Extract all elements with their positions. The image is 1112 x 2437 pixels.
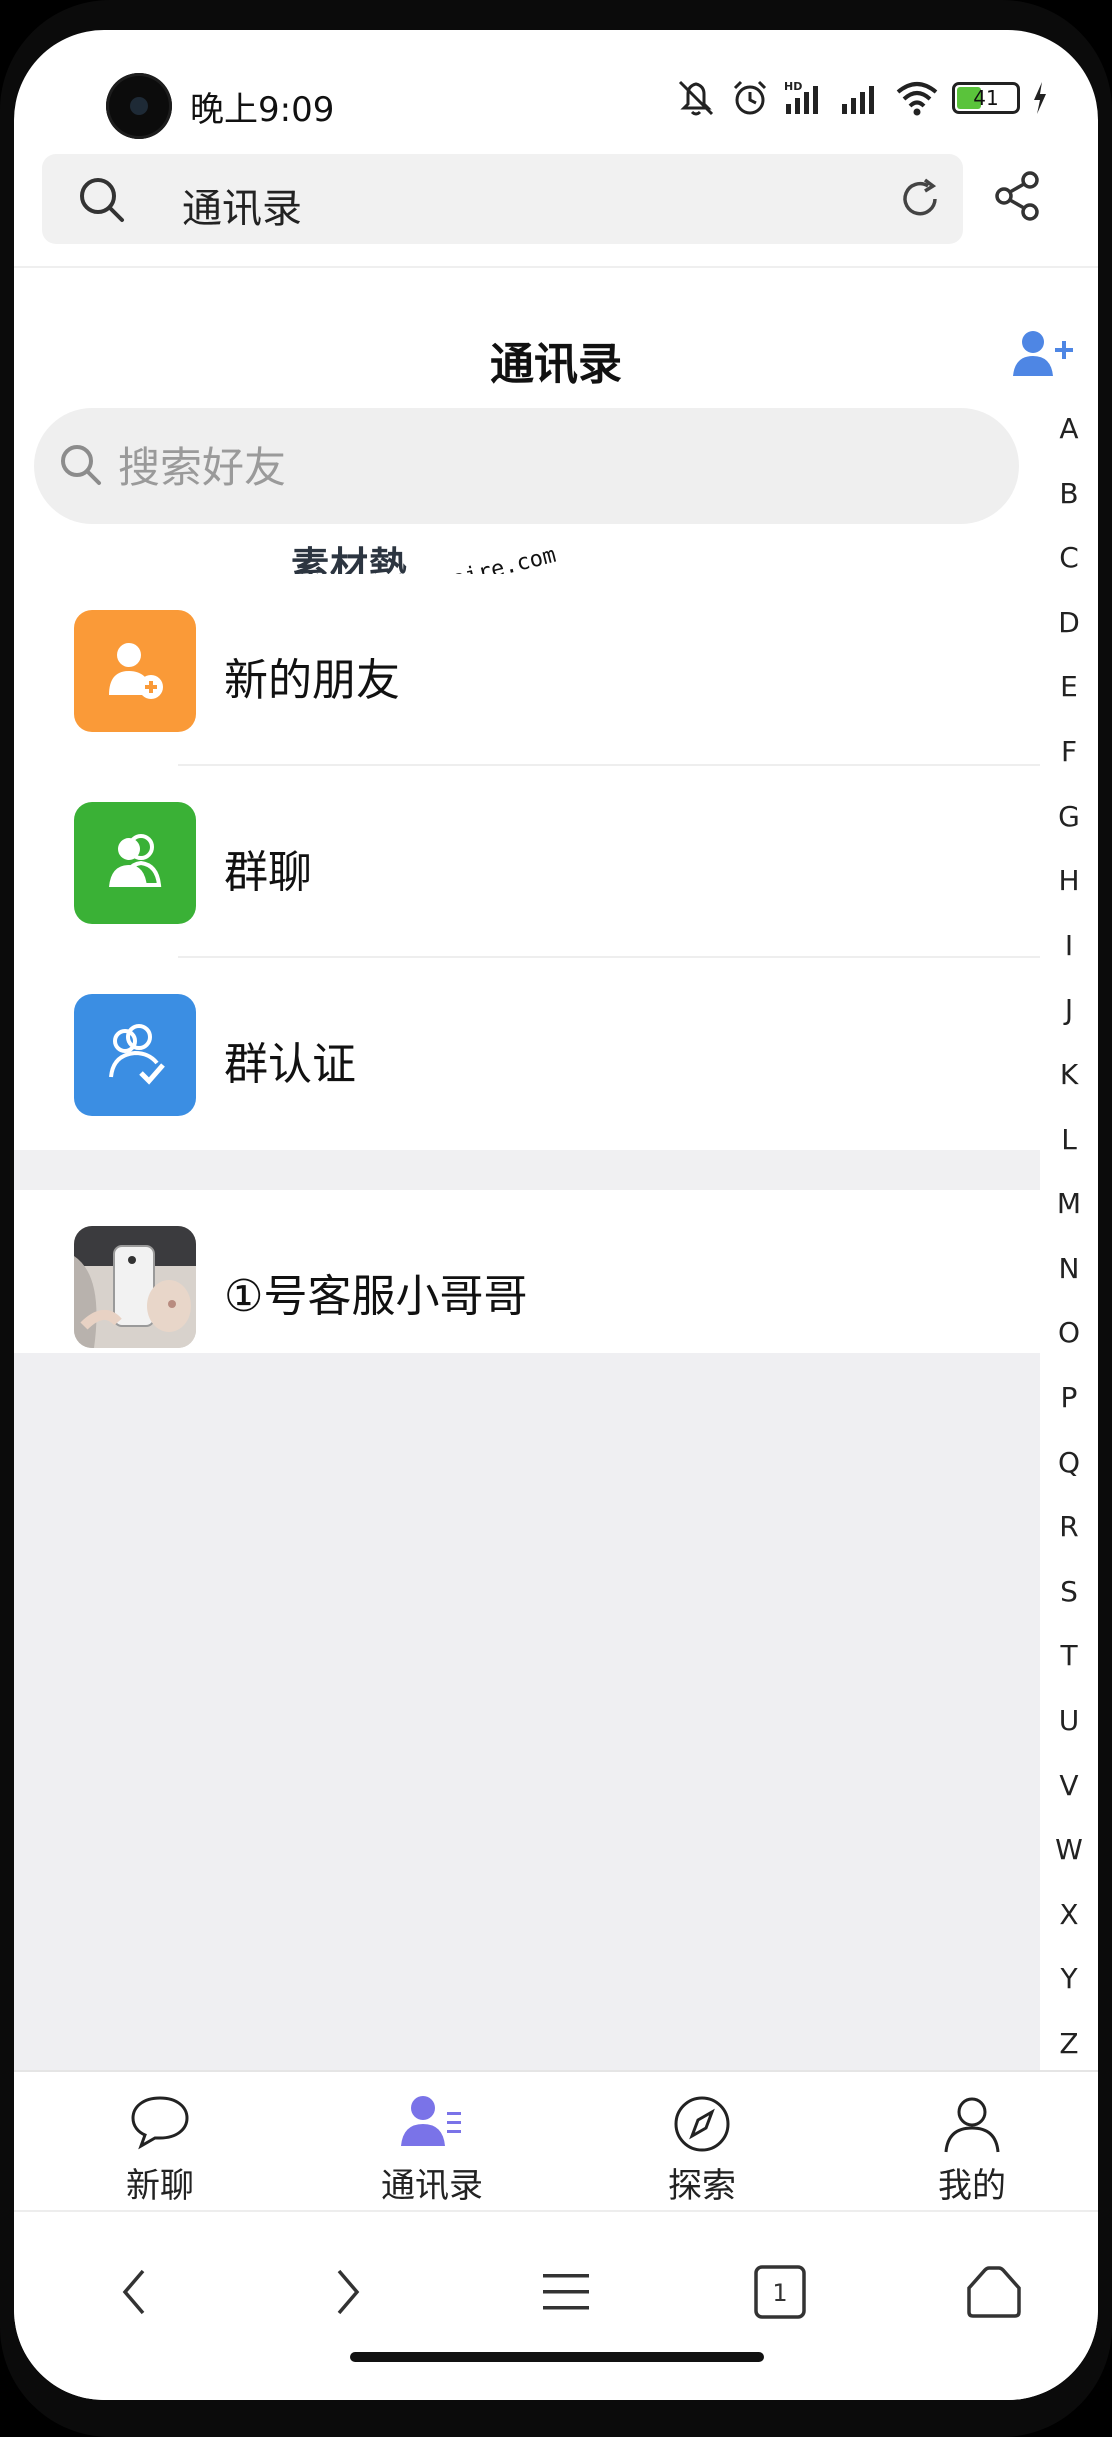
menu-icon	[543, 2274, 589, 2310]
index-letter-y[interactable]: Y	[1040, 1962, 1098, 1995]
screen: 晚上9:09 HD 41 通讯录 通讯录 搜索好友 素材熱 sucaire.co…	[14, 30, 1098, 2400]
mute-icon	[678, 80, 714, 116]
friend-search-box[interactable]	[34, 408, 1019, 524]
chat-bubble-icon	[131, 2096, 189, 2150]
tab-explore[interactable]: 探索	[602, 2072, 802, 2210]
avatar	[74, 1226, 196, 1348]
bottom-tab-bar: 新聊 通讯录 探索 我的	[14, 2070, 1098, 2210]
back-button[interactable]	[104, 2262, 164, 2322]
list-item-new-friends[interactable]: 新的朋友	[14, 574, 1040, 766]
list-item-group-chat[interactable]: 群聊	[14, 766, 1040, 958]
home-icon	[967, 2266, 1021, 2318]
tab-me[interactable]: 我的	[872, 2072, 1072, 2210]
contact-name: ①号客服小哥哥	[224, 1271, 528, 1322]
alarm-icon	[733, 80, 767, 115]
status-time: 晚上9:09	[190, 90, 335, 130]
contacts-icon	[401, 2096, 461, 2146]
index-letter-o[interactable]: O	[1040, 1316, 1098, 1349]
alphabet-index[interactable]: ABCDEFGHIJKLMNOPQRSTUVWXYZ	[1040, 400, 1098, 2080]
forward-button[interactable]	[318, 2262, 378, 2322]
index-letter-d[interactable]: D	[1040, 606, 1098, 639]
front-camera	[106, 73, 172, 139]
status-bar: 晚上9:09 HD 41	[14, 30, 1098, 150]
index-letter-v[interactable]: V	[1040, 1769, 1098, 1802]
index-letter-k[interactable]: K	[1040, 1058, 1098, 1091]
profile-icon	[944, 2097, 1000, 2153]
browser-address-bar[interactable]: 通讯录	[42, 154, 963, 244]
tab-label: 我的	[938, 2166, 1006, 2206]
list-item-group-verify[interactable]: 群认证	[14, 958, 1040, 1150]
index-letter-i[interactable]: I	[1040, 929, 1098, 962]
index-letter-p[interactable]: P	[1040, 1381, 1098, 1414]
app-header: 通讯录	[14, 268, 1098, 398]
home-indicator[interactable]	[350, 2352, 764, 2362]
index-letter-x[interactable]: X	[1040, 1898, 1098, 1931]
index-letter-l[interactable]: L	[1040, 1123, 1098, 1156]
charging-icon	[1034, 82, 1046, 114]
tab-label: 探索	[668, 2166, 736, 2206]
status-icons: HD 41	[674, 76, 1048, 120]
index-letter-q[interactable]: Q	[1040, 1446, 1098, 1479]
empty-area	[14, 1353, 1040, 2073]
index-letter-n[interactable]: N	[1040, 1252, 1098, 1285]
index-letter-t[interactable]: T	[1040, 1639, 1098, 1672]
tabs-count-icon: 1	[754, 2265, 806, 2319]
add-contact-icon[interactable]	[1011, 328, 1075, 380]
tab-label: 新聊	[126, 2166, 194, 2206]
signal-icon	[842, 86, 874, 114]
svg-text:HD: HD	[784, 80, 802, 93]
index-letter-r[interactable]: R	[1040, 1510, 1098, 1543]
svg-text:1: 1	[772, 2279, 787, 2307]
home-button[interactable]	[964, 2262, 1024, 2322]
index-letter-j[interactable]: J	[1040, 993, 1098, 1026]
index-letter-s[interactable]: S	[1040, 1575, 1098, 1608]
tabs-button[interactable]: 1	[750, 2262, 810, 2322]
index-letter-u[interactable]: U	[1040, 1704, 1098, 1737]
compass-icon	[674, 2096, 730, 2152]
tab-new-chat[interactable]: 新聊	[60, 2072, 260, 2210]
reload-icon[interactable]	[895, 174, 945, 224]
search-icon	[80, 178, 124, 222]
new-friends-label: 新的朋友	[224, 655, 400, 706]
index-letter-h[interactable]: H	[1040, 864, 1098, 897]
index-letter-m[interactable]: M	[1040, 1187, 1098, 1220]
index-letter-c[interactable]: C	[1040, 541, 1098, 574]
wifi-icon	[896, 82, 938, 116]
section-gap	[14, 1150, 1040, 1190]
search-input[interactable]	[116, 428, 720, 506]
page-title: 通讯录	[490, 339, 622, 390]
index-letter-b[interactable]: B	[1040, 477, 1098, 510]
index-letter-e[interactable]: E	[1040, 670, 1098, 703]
tab-contacts[interactable]: 通讯录	[332, 2072, 532, 2210]
group-verify-label: 群认证	[224, 1039, 356, 1090]
group-chat-label: 群聊	[224, 847, 312, 898]
browser-nav-bar: 1	[14, 2210, 1098, 2400]
index-letter-f[interactable]: F	[1040, 735, 1098, 768]
search-icon	[61, 445, 101, 485]
index-letter-z[interactable]: Z	[1040, 2027, 1098, 2060]
share-icon[interactable]	[992, 170, 1042, 222]
battery-icon: 41	[952, 82, 1020, 114]
signal-hd-icon: HD	[784, 80, 818, 114]
chevron-right-icon	[337, 2269, 360, 2315]
address-text[interactable]: 通讯录	[182, 176, 302, 234]
index-letter-w[interactable]: W	[1040, 1833, 1098, 1866]
chevron-left-icon	[122, 2269, 145, 2315]
new-friends-icon	[74, 610, 196, 732]
group-chat-icon	[74, 802, 196, 924]
group-verify-icon	[74, 994, 196, 1116]
tab-label: 通讯录	[381, 2166, 483, 2206]
index-letter-a[interactable]: A	[1040, 412, 1098, 445]
index-letter-g[interactable]: G	[1040, 800, 1098, 833]
phone-frame: 晚上9:09 HD 41 通讯录 通讯录 搜索好友 素材熱 sucaire.co…	[0, 0, 1112, 2437]
menu-button[interactable]	[536, 2262, 596, 2322]
contact-list: 新的朋友 群聊 群认证 ①号客服小哥哥	[14, 574, 1040, 1382]
